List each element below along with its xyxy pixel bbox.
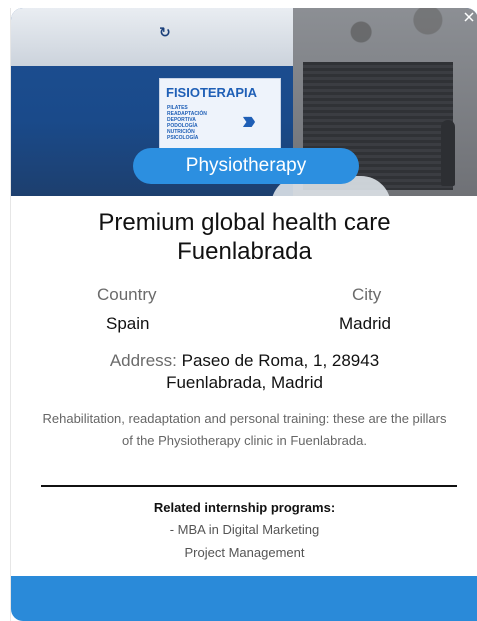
sign-line: READAPTACIÓN DEPORTIVA	[167, 111, 207, 123]
clinic-card: ↻ FISIOTERAPIA PILATES READAPTACIÓN DEPO…	[10, 8, 477, 621]
storefront-banner	[11, 8, 293, 66]
pedestrian-shape	[441, 120, 455, 186]
category-badge[interactable]: Physiotherapy	[133, 148, 359, 184]
city-value: Madrid	[339, 314, 391, 333]
chevron-right-icon: ›››	[242, 105, 256, 135]
clinic-title-text: Premium global health care Fuenlabrada	[98, 209, 391, 265]
clinic-title: Premium global health care Fuenlabrada	[11, 208, 477, 266]
clinic-description: Rehabilitation, readaptation and persona…	[42, 411, 447, 448]
close-icon-glyph	[464, 12, 474, 22]
sign-lines: PILATES READAPTACIÓN DEPORTIVA PODOLOGÍA…	[167, 105, 227, 141]
clinic-sign: FISIOTERAPIA PILATES READAPTACIÓN DEPORT…	[159, 78, 281, 158]
address: Address: Paseo de Roma, 1, 28943 Fuenlab…	[71, 350, 418, 394]
address-label: Address:	[109, 351, 177, 370]
storefront-logo: ↻	[159, 24, 171, 40]
country-value: Spain	[106, 314, 150, 333]
footer-bar	[11, 576, 477, 621]
programs-heading: Related internship programs:	[153, 500, 336, 515]
divider	[41, 485, 457, 487]
country-label: Country	[97, 285, 157, 304]
close-icon[interactable]	[460, 8, 477, 26]
city-label: City	[352, 285, 382, 304]
program-item[interactable]: - MBA in Digital Marketing	[11, 522, 477, 537]
sign-line: PSICOLOGÍA	[167, 135, 199, 141]
sign-title: FISIOTERAPIA	[166, 85, 258, 100]
address-value: Paseo de Roma, 1, 28943 Fuenlabrada, Mad…	[166, 351, 380, 392]
tree-shadow	[311, 8, 477, 68]
program-item[interactable]: Project Management	[11, 545, 477, 560]
